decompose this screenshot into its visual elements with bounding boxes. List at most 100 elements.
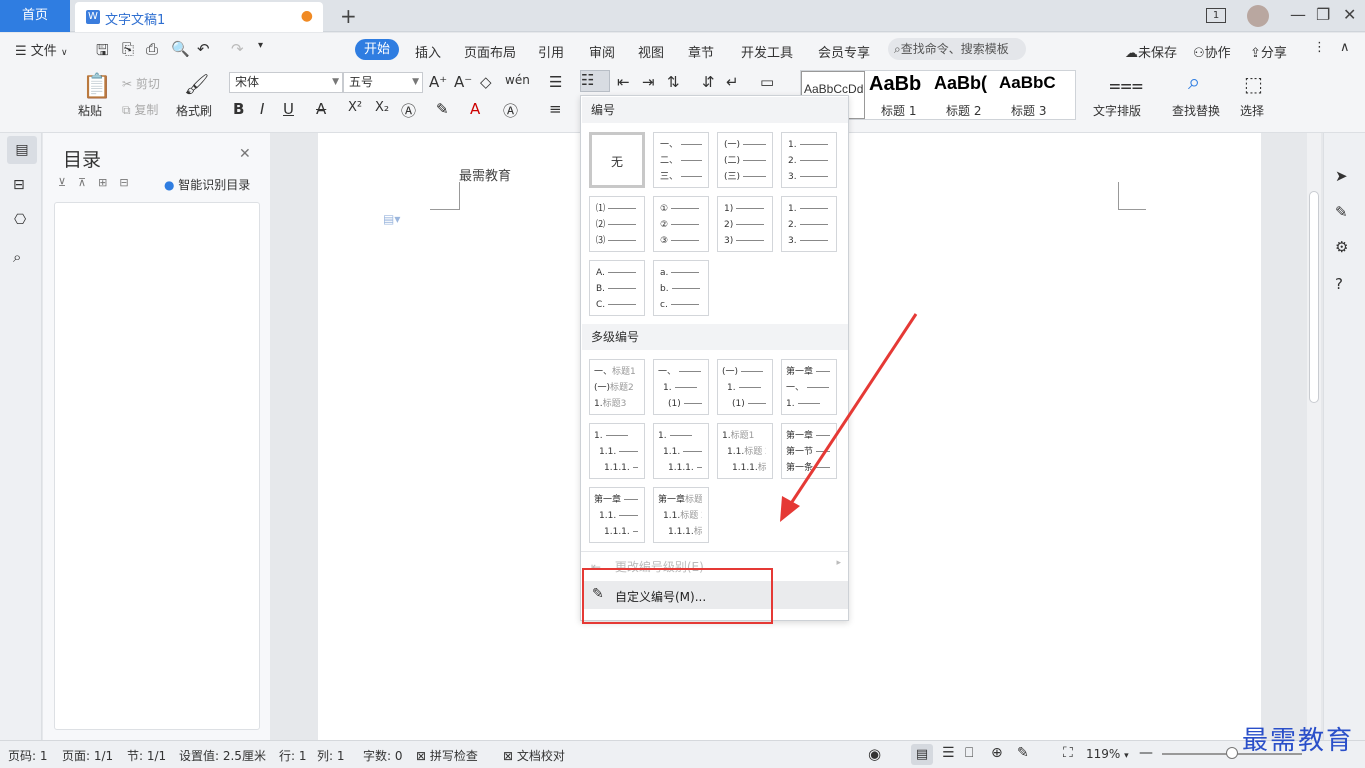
numbering-option[interactable]: 1. 2. 3. <box>781 196 837 252</box>
style-heading2-preview[interactable]: AaBb( <box>934 73 987 94</box>
page-count-badge[interactable]: 1 <box>1206 8 1226 23</box>
tab-start[interactable]: 开始 <box>355 39 399 60</box>
paste-button[interactable]: 粘贴 <box>78 102 102 119</box>
numbering-option[interactable]: (一) (二) (三) <box>717 132 773 188</box>
new-tab-button[interactable]: + <box>340 4 357 28</box>
tab-page-layout[interactable]: 页面布局 <box>464 42 516 61</box>
numbering-option[interactable]: 1. 2. 3. <box>781 132 837 188</box>
numbering-option[interactable]: a. b. c. <box>653 260 709 316</box>
collapse-ribbon-icon[interactable]: ∧ <box>1340 40 1350 55</box>
status-col[interactable]: 列: 1 <box>317 747 345 764</box>
web-view-icon[interactable]: ⊕ <box>991 745 1003 761</box>
write-view-icon[interactable]: ✎ <box>1017 745 1029 761</box>
line-spacing-icon[interactable]: ↵ <box>726 73 739 91</box>
eye-protection-icon[interactable]: ◉ <box>868 745 881 763</box>
multilevel-option[interactable]: 第一章标题11.1.标题 21.1.1.标题3 <box>653 487 709 543</box>
paste-icon[interactable]: 📋 <box>82 72 112 100</box>
text-direction-icon[interactable]: ⇅ <box>667 73 680 91</box>
style-heading3-preview[interactable]: AaBbC <box>999 73 1056 93</box>
numbering-option[interactable]: 一、 二、 三、 <box>653 132 709 188</box>
more-icon[interactable]: ⋮ <box>1313 40 1326 55</box>
status-section[interactable]: 节: 1/1 <box>127 747 166 764</box>
status-words[interactable]: 字数: 0 <box>363 747 403 764</box>
zoom-level[interactable]: 119% ▾ <box>1086 747 1129 761</box>
close-window-button[interactable]: ✕ <box>1343 5 1356 24</box>
char-border-icon[interactable]: Ⓐ <box>503 100 518 121</box>
style-heading1-preview[interactable]: AaBb <box>869 73 921 96</box>
clear-format-icon[interactable]: ◇ <box>480 73 492 91</box>
cut-button[interactable]: ✂ 剪切 <box>122 75 160 92</box>
avatar[interactable] <box>1247 5 1269 27</box>
align-left-icon[interactable]: ≡ <box>549 100 562 118</box>
numbering-none-option[interactable]: 无 <box>589 132 645 188</box>
search-nav-icon[interactable]: ⌕ <box>13 248 21 266</box>
command-search-input[interactable]: ⌕查找命令、搜索模板 <box>888 38 1026 60</box>
numbering-option[interactable]: A. B. C. <box>589 260 645 316</box>
multilevel-option[interactable]: 1. 1.1. 1.1.1. <box>653 423 709 479</box>
multilevel-option[interactable]: 一、标题1 (一)标题2 1.标题3 <box>589 359 645 415</box>
multilevel-option[interactable]: 一、 1. (1) <box>653 359 709 415</box>
status-row[interactable]: 行: 1 <box>279 747 307 764</box>
paragraph-icon[interactable]: ▤▾ <box>383 212 400 226</box>
font-family-select[interactable]: 宋体 ▼ <box>229 72 343 93</box>
copy-button[interactable]: ⧉ 复制 <box>122 101 158 118</box>
text-effect-icon[interactable]: Ⓐ <box>401 100 416 121</box>
superscript-button[interactable]: X² <box>348 100 362 115</box>
zoom-slider-handle[interactable] <box>1226 747 1238 759</box>
tab-chapter[interactable]: 章节 <box>688 42 714 61</box>
spell-check-button[interactable]: ⊠ 拼写检查 <box>416 747 478 764</box>
bold-button[interactable]: B <box>233 100 244 118</box>
header-text[interactable]: 最需教育 <box>459 165 511 184</box>
numbered-list-icon[interactable]: ☷ <box>580 70 610 92</box>
subscript-button[interactable]: X₂ <box>375 100 389 115</box>
select-icon[interactable]: ⬚ <box>1244 72 1263 96</box>
outline-view-icon[interactable]: ☰ <box>942 745 955 761</box>
grow-font-icon[interactable]: A⁺ <box>429 73 447 91</box>
tab-developer[interactable]: 开发工具 <box>741 42 793 61</box>
numbering-option[interactable]: ① ② ③ <box>653 196 709 252</box>
tab-insert[interactable]: 插入 <box>415 42 441 61</box>
export-icon[interactable]: ⎘ <box>122 40 134 58</box>
tab-review[interactable]: 审阅 <box>589 42 615 61</box>
tab-references[interactable]: 引用 <box>538 42 564 61</box>
underline-button[interactable]: U <box>283 100 294 118</box>
format-painter-icon[interactable]: 🖌 <box>184 72 209 96</box>
save-icon[interactable]: 🖫 <box>96 40 109 65</box>
toc-tools[interactable]: ⊻⊼⊞⊟ <box>58 176 141 189</box>
status-pages[interactable]: 页面: 1/1 <box>62 747 113 764</box>
share-button[interactable]: ⇪分享 <box>1250 42 1287 61</box>
increase-indent-icon[interactable]: ⇥ <box>642 73 655 91</box>
tab-home[interactable]: 首页 <box>0 0 70 32</box>
file-menu[interactable]: ☰ 文件 ∨ <box>15 40 68 59</box>
bookmark-icon[interactable]: ⎔ <box>14 212 26 228</box>
scrollbar-thumb[interactable] <box>1309 191 1319 403</box>
strikethrough-button[interactable]: A <box>316 100 326 118</box>
format-painter-button[interactable]: 格式刷 <box>176 102 212 119</box>
page-view-icon[interactable]: ▤ <box>911 744 933 765</box>
style-heading1-label[interactable]: 标题 1 <box>881 102 916 119</box>
help-icon[interactable]: ? <box>1335 275 1343 293</box>
zoom-out-button[interactable]: — <box>1139 745 1153 761</box>
quick-access-more-icon[interactable]: ▾ <box>258 40 263 51</box>
text-layout-button[interactable]: 文字排版 <box>1093 102 1141 119</box>
status-page[interactable]: 页码: 1 <box>8 747 48 764</box>
restore-button[interactable]: ❐ <box>1316 5 1330 24</box>
close-icon[interactable]: ✕ <box>239 146 251 162</box>
unsaved-button[interactable]: ☁未保存 <box>1125 42 1177 61</box>
tab-view[interactable]: 视图 <box>638 42 664 61</box>
font-color-icon[interactable]: A <box>470 100 480 118</box>
bullet-list-icon[interactable]: ☰ <box>549 73 562 91</box>
shrink-font-icon[interactable]: A⁻ <box>454 73 472 91</box>
find-replace-icon[interactable]: ⌕ <box>1188 70 1200 95</box>
select-button[interactable]: 选择 <box>1240 102 1264 119</box>
tab-document[interactable]: W 文字文稿1 ● <box>75 2 323 32</box>
font-size-select[interactable]: 五号 ▼ <box>343 72 423 93</box>
multilevel-option[interactable]: 1. 1.1. 1.1.1. <box>589 423 645 479</box>
smart-toc-button[interactable]: ● 智能识别目录 <box>164 176 250 193</box>
cursor-icon[interactable]: ➤ <box>1335 167 1348 185</box>
tab-member[interactable]: 会员专享 <box>818 42 870 61</box>
italic-button[interactable]: I <box>260 100 264 118</box>
style-heading2-label[interactable]: 标题 2 <box>946 102 981 119</box>
settings-sliders-icon[interactable]: ⚙ <box>1335 238 1348 256</box>
proofread-button[interactable]: ⊠ 文档校对 <box>503 747 565 764</box>
